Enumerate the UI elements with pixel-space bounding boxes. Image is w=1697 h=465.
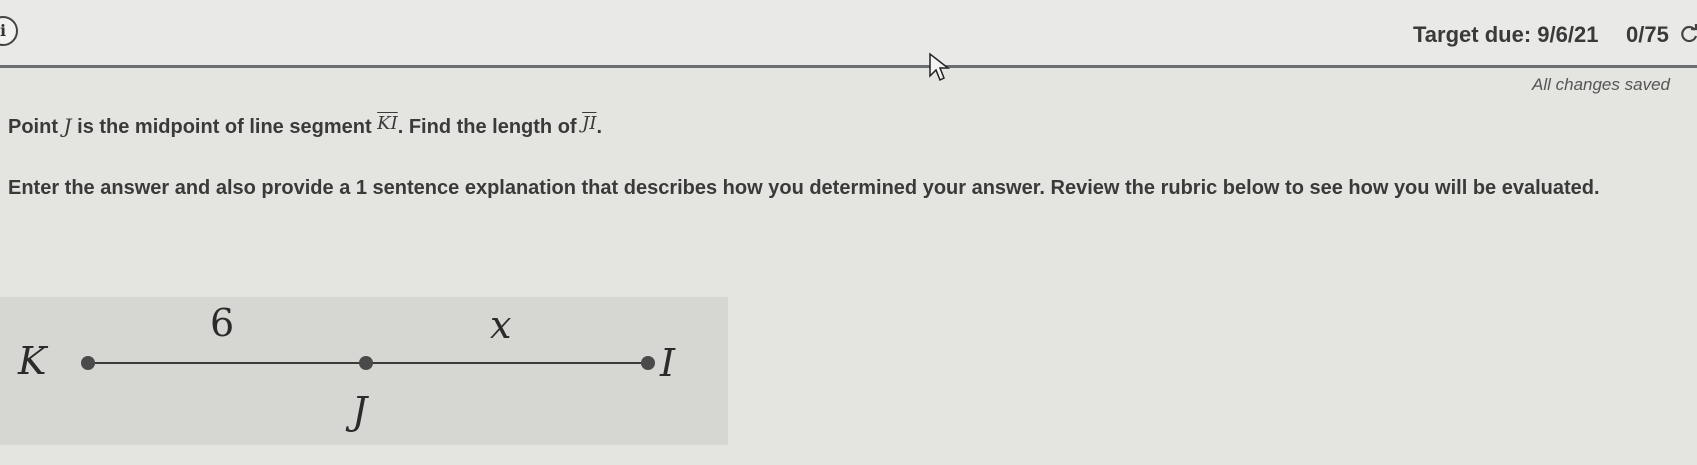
save-status: All changes saved	[1532, 75, 1670, 94]
refresh-icon[interactable]	[1680, 24, 1697, 44]
prompt-text: is the midpoint of line segment	[71, 116, 378, 138]
info-icon[interactable]: i	[0, 16, 18, 46]
label-i: I	[660, 341, 676, 385]
point-i	[641, 356, 655, 370]
length-ji: x	[490, 303, 512, 347]
question-instructions: Enter the answer and also provide a 1 se…	[8, 177, 1600, 199]
point-j-variable: J	[63, 114, 72, 138]
point-j	[359, 356, 373, 370]
point-k	[81, 356, 95, 370]
score-display: 0/75	[1626, 22, 1669, 47]
label-j: J	[352, 389, 368, 433]
target-due-date: Target due: 9/6/21	[1413, 22, 1599, 47]
label-k: K	[18, 339, 47, 383]
prompt-text: .	[596, 116, 603, 138]
prompt-text: . Find the length of	[397, 116, 583, 138]
segment-ki: KI	[377, 113, 398, 134]
length-kj: 6	[210, 301, 235, 345]
segment-diagram: K 6 x I J	[0, 297, 728, 445]
top-bar: i Target due: 9/6/21 0/75	[0, 0, 1697, 68]
segment-ji: JI	[582, 113, 597, 134]
mouse-cursor-icon	[929, 52, 951, 82]
prompt-text: Point	[8, 116, 64, 138]
question-prompt: Point J is the midpoint of line segment …	[8, 113, 603, 139]
